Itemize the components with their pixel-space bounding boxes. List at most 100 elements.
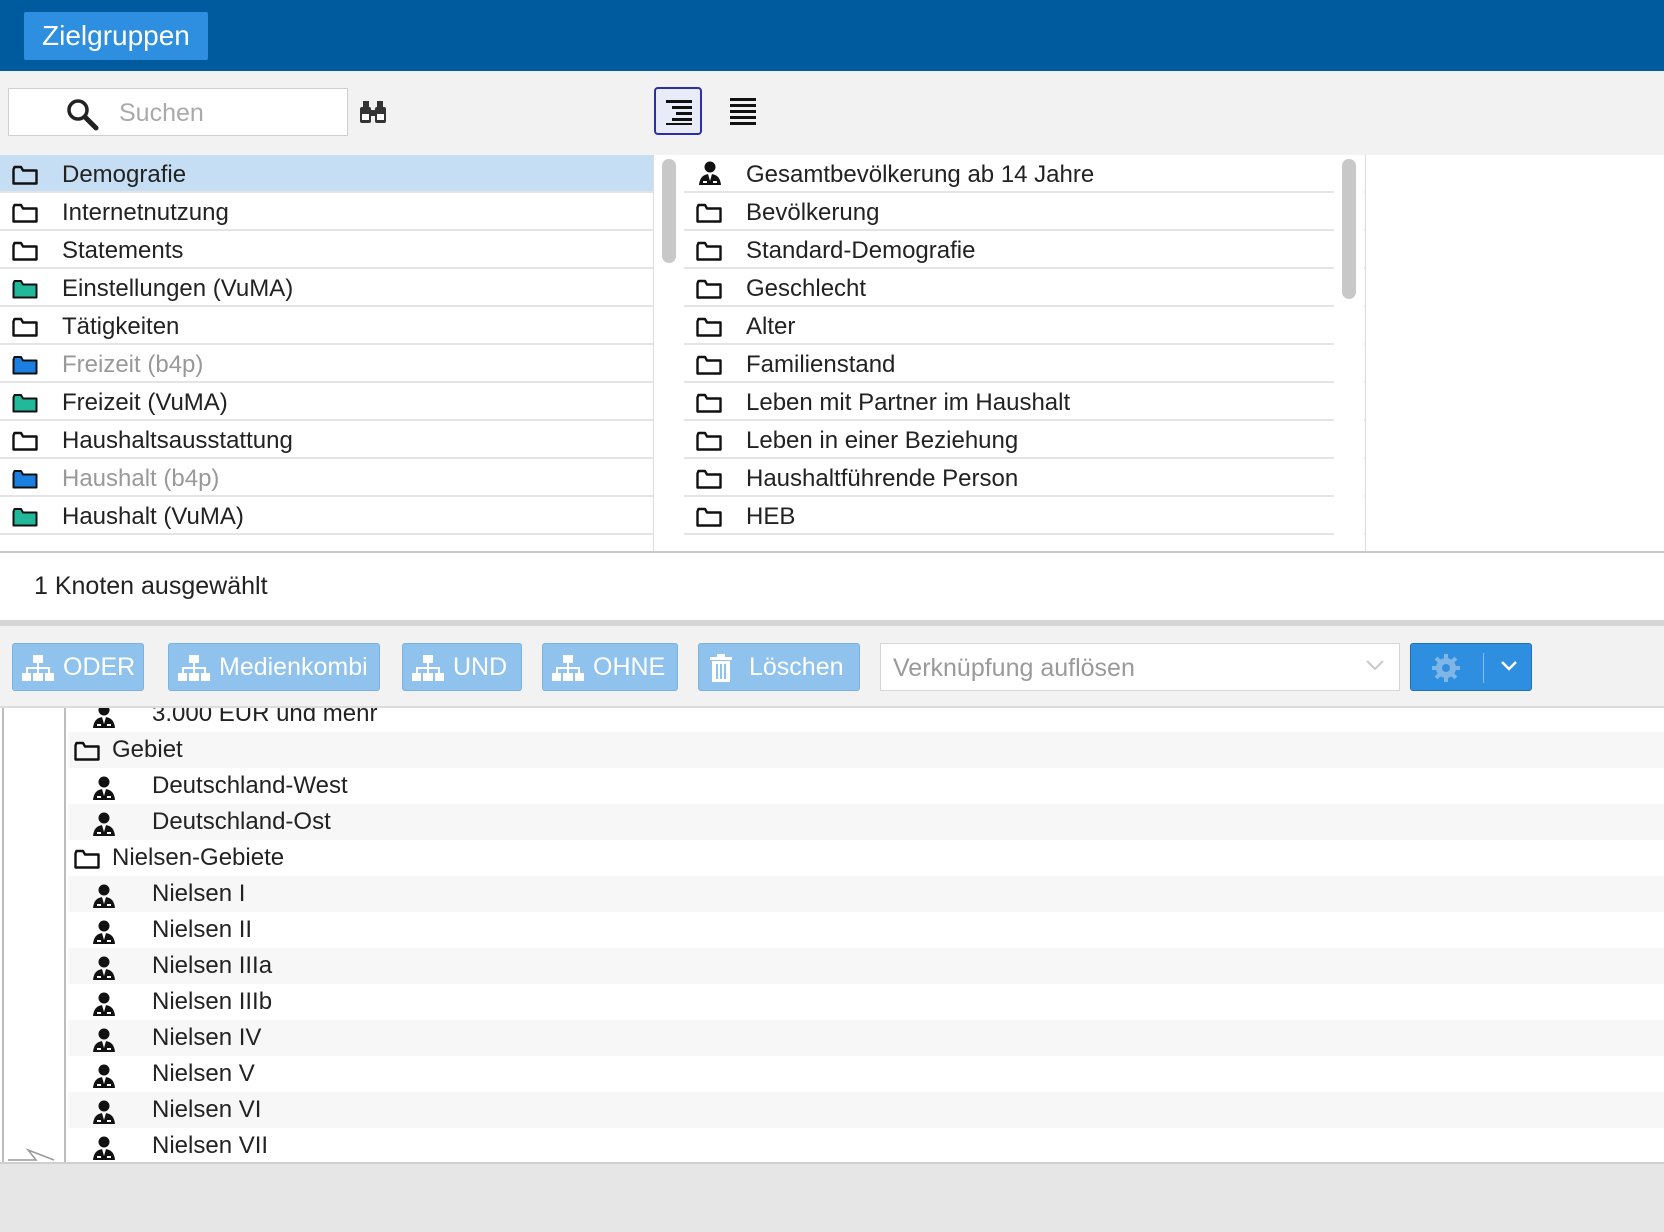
tree-row[interactable]: 3.000 EUR und mehr	[68, 706, 1664, 732]
hierarchy-icon	[22, 655, 54, 681]
tree-view-icon	[666, 100, 692, 125]
tree-row-label: Nielsen-Gebiete	[112, 844, 285, 871]
list-item[interactable]: Haushalt (VuMA)	[0, 497, 653, 535]
list-item-label: Demografie	[62, 161, 187, 188]
list-item-label: Statements	[62, 237, 184, 264]
list-item[interactable]: HEB	[684, 497, 1365, 535]
list-item[interactable]: Haushalt (b4p)	[0, 459, 653, 497]
category-scrollbar[interactable]	[656, 155, 684, 551]
list-item[interactable]: Freizeit (VuMA)	[0, 383, 653, 421]
folder-icon	[696, 507, 722, 527]
list-item[interactable]: Leben in einer Beziehung	[684, 421, 1365, 459]
list-item-label: Standard-Demografie	[746, 237, 976, 264]
medienkombi-button[interactable]: Medienkombi	[168, 643, 380, 691]
list-item[interactable]: Demografie	[0, 155, 653, 193]
folder-teal-icon	[12, 279, 38, 299]
category-list: Demografie Internetnutzung Statements Einst…	[0, 155, 654, 551]
settings-split-button[interactable]	[1410, 643, 1532, 691]
trash-icon	[710, 654, 732, 682]
folder-icon	[696, 393, 722, 413]
person-icon	[92, 1028, 116, 1057]
list-item[interactable]: Leben mit Partner im Haushalt	[684, 383, 1365, 421]
list-item[interactable]: Freizeit (b4p)	[0, 345, 653, 383]
list-item[interactable]: Bevölkerung	[684, 193, 1365, 231]
folder-icon	[74, 741, 100, 766]
list-item[interactable]: Haushaltführende Person	[684, 459, 1365, 497]
oder-button[interactable]: ODER	[12, 643, 144, 691]
tree-row-label: Deutschland-Ost	[152, 808, 331, 835]
tree-row[interactable]: Nielsen IIIa	[68, 948, 1664, 984]
flat-list-icon	[730, 98, 756, 125]
list-item-label: Familienstand	[746, 351, 896, 378]
medienkombi-label: Medienkombi	[219, 653, 368, 681]
chevron-down-icon	[1366, 660, 1384, 671]
list-item-partial[interactable]	[684, 535, 1365, 551]
tree-row-label: Nielsen V	[152, 1060, 255, 1087]
list-item[interactable]: Statements	[0, 231, 653, 269]
tree-row-label: Nielsen VII	[152, 1132, 269, 1159]
list-item[interactable]: Einstellungen (VuMA)	[0, 269, 653, 307]
tree-view-button[interactable]	[654, 87, 702, 135]
subcategory-list: Gesamtbevölkerung ab 14 Jahre Bevölkerung…	[684, 155, 1366, 551]
person-icon	[92, 920, 116, 949]
scrollbar-thumb[interactable]	[662, 159, 676, 263]
tab-zielgruppen[interactable]: Zielgruppen	[24, 12, 208, 60]
list-item-label: Einstellungen (VuMA)	[62, 275, 294, 302]
list-item-label: Leben mit Partner im Haushalt	[746, 389, 1071, 416]
tree-row[interactable]: Nielsen IV	[68, 1020, 1664, 1056]
search-icon	[67, 99, 99, 131]
scrollbar-thumb[interactable]	[1342, 159, 1356, 299]
tree-row[interactable]: Nielsen VI	[68, 1092, 1664, 1128]
tree-rows: 3.000 EUR und mehr Gebiet Deutschland-West…	[68, 706, 1664, 1162]
link-dropdown[interactable]: Verknüpfung auflösen	[880, 643, 1400, 691]
chevron-down-icon[interactable]	[1499, 659, 1519, 673]
tree-row-label: Nielsen IIIa	[152, 952, 273, 979]
search-input[interactable]	[119, 97, 339, 129]
ohne-button[interactable]: OHNE	[542, 643, 678, 691]
tree-row[interactable]: Nielsen V	[68, 1056, 1664, 1092]
list-item[interactable]: Internetnutzung	[0, 193, 653, 231]
person-icon	[92, 812, 116, 841]
tree-row[interactable]: Nielsen II	[68, 912, 1664, 948]
hierarchy-icon	[552, 655, 584, 681]
list-item[interactable]: Alter	[684, 307, 1365, 345]
target-group-tree: 3.000 EUR und mehr Gebiet Deutschland-West…	[0, 706, 1664, 1162]
tree-row[interactable]: Gebiet	[68, 732, 1664, 768]
folder-teal-icon	[12, 393, 38, 413]
gear-icon[interactable]	[1431, 653, 1461, 683]
folder-icon	[12, 203, 38, 223]
und-button[interactable]: UND	[402, 643, 522, 691]
tree-row-label: 3.000 EUR und mehr	[152, 706, 378, 727]
ohne-label: OHNE	[593, 653, 666, 681]
list-item[interactable]: Geschlecht	[684, 269, 1365, 307]
binoculars-icon[interactable]	[358, 99, 388, 125]
tree-row[interactable]: Deutschland-Ost	[68, 804, 1664, 840]
tree-row[interactable]: Nielsen VII	[68, 1128, 1664, 1162]
loeschen-button[interactable]: Löschen	[698, 643, 860, 691]
subcategory-scrollbar[interactable]	[1334, 155, 1364, 551]
person-icon	[92, 956, 116, 985]
list-item-label: Bevölkerung	[746, 199, 880, 226]
list-item[interactable]: Standard-Demografie	[684, 231, 1365, 269]
tree-row[interactable]: Nielsen IIIb	[68, 984, 1664, 1020]
list-item-label: Geschlecht	[746, 275, 867, 302]
list-item[interactable]: Gesamtbevölkerung ab 14 Jahre	[684, 155, 1365, 193]
tree-gutter	[2, 708, 66, 1162]
loeschen-label: Löschen	[749, 653, 844, 681]
list-item-partial[interactable]	[0, 535, 653, 551]
list-item[interactable]: Haushaltsausstattung	[0, 421, 653, 459]
arrow-icon	[8, 1148, 55, 1161]
tree-row[interactable]: Nielsen I	[68, 876, 1664, 912]
app-header: Zielgruppen	[0, 0, 1664, 71]
list-item-label: Alter	[746, 313, 796, 340]
tree-row-label: Nielsen VI	[152, 1096, 262, 1123]
person-icon	[92, 1064, 116, 1093]
flat-list-button[interactable]	[720, 87, 768, 135]
tree-row[interactable]: Nielsen-Gebiete	[68, 840, 1664, 876]
list-item[interactable]: Tätigkeiten	[0, 307, 653, 345]
hierarchy-icon	[178, 655, 210, 681]
tree-row[interactable]: Deutschland-West	[68, 768, 1664, 804]
list-item[interactable]: Familienstand	[684, 345, 1365, 383]
tree-row-label: Gebiet	[112, 736, 183, 763]
person-icon	[92, 776, 116, 805]
